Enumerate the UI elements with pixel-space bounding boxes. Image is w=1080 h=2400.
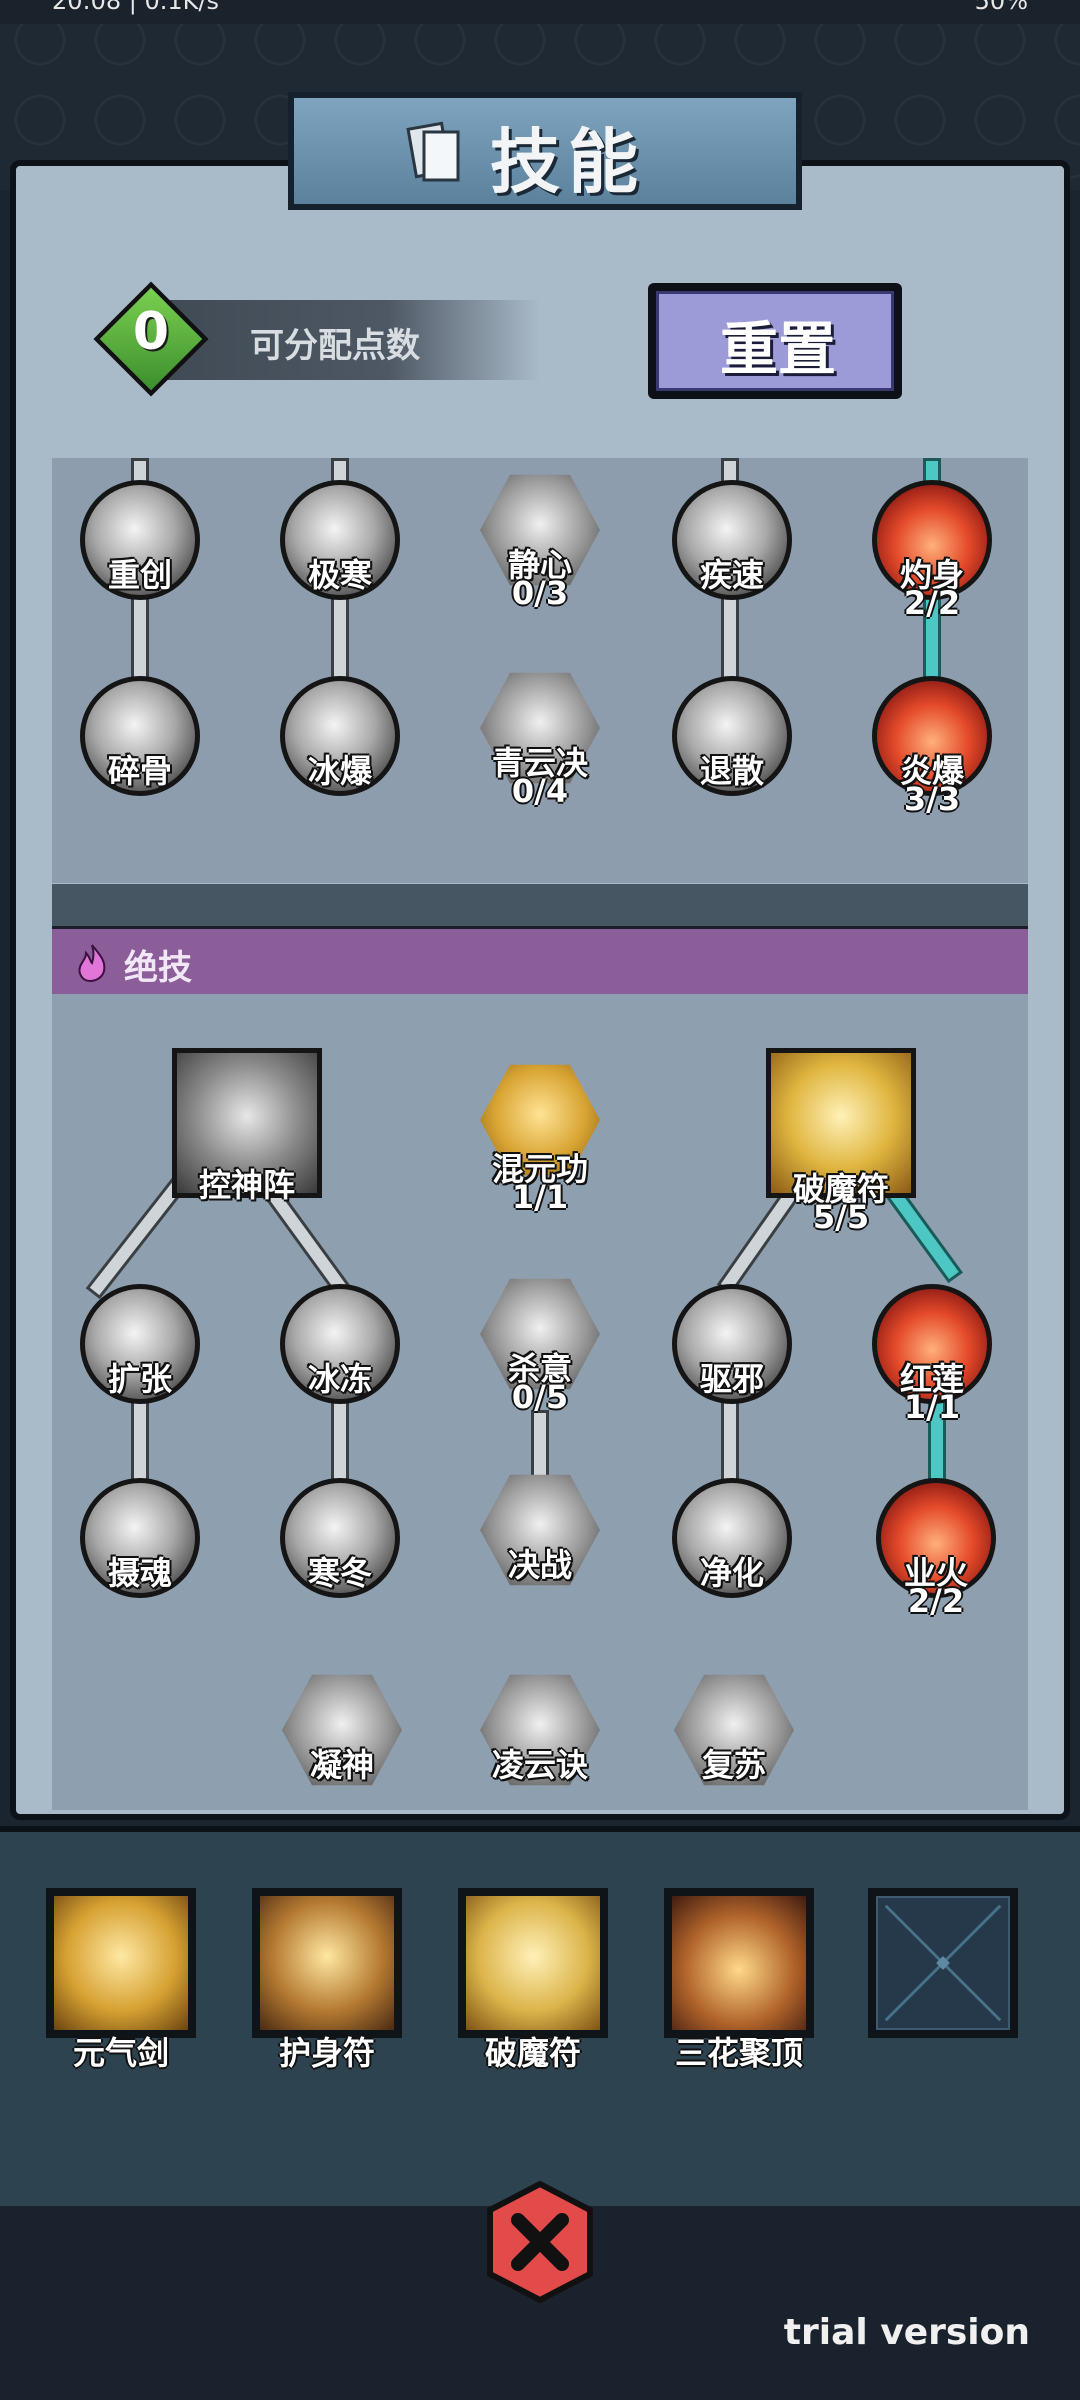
skill-name: 凝神 — [309, 1746, 374, 1784]
skill-level: 1/1 — [903, 1388, 961, 1426]
reset-button-label: 重置 — [719, 315, 836, 383]
skill-node-tuisan[interactable]: 退散 — [672, 676, 792, 796]
trial-watermark: trial version — [783, 2312, 1030, 2353]
equipped-slot-3[interactable]: 破魔符 — [458, 1888, 608, 2072]
equipped-slot-empty[interactable] — [868, 1888, 1018, 2038]
equipped-slot-2[interactable]: 护身符 — [252, 1888, 402, 2072]
skill-node-shehun[interactable]: 摄魂 — [80, 1478, 200, 1598]
section-divider — [52, 884, 1028, 926]
skill-node-yehuo[interactable]: 业火 2/2 — [876, 1478, 996, 1620]
equipped-slot-4[interactable]: 三花聚顶 — [664, 1888, 814, 2072]
skill-node-kuozhang[interactable]: 扩张 — [80, 1284, 200, 1404]
sword-icon — [54, 1896, 188, 2030]
battery-level: 50% — [974, 0, 1028, 15]
skill-node-fusu[interactable]: 复苏 — [674, 1670, 794, 1790]
skill-level: 2/2 — [903, 584, 961, 622]
skill-name: 疾速 — [699, 556, 764, 594]
cross-pattern-icon — [884, 1904, 1002, 2022]
equipped-skill-name: 破魔符 — [484, 2034, 581, 2072]
skill-name: 凌云诀 — [491, 1746, 588, 1784]
points-value: 0 — [132, 302, 170, 362]
skill-node-lingyunjue[interactable]: 凌云诀 — [480, 1670, 600, 1790]
skill-name: 退散 — [699, 752, 764, 790]
reset-button[interactable]: 重置 — [648, 283, 902, 399]
lotus-icon — [672, 1896, 806, 2030]
skill-level: 0/3 — [511, 574, 569, 612]
skill-node-qingyunjue[interactable]: 青云决 0/4 — [480, 668, 600, 810]
ultimate-title: 绝技 — [124, 948, 192, 988]
skill-level: 5/5 — [812, 1198, 870, 1236]
ultimate-section-header: 绝技 — [52, 926, 1028, 998]
equipped-slot-1[interactable]: 元气剑 — [46, 1888, 196, 2072]
skill-level: 3/3 — [903, 780, 961, 818]
skill-node-yanbao[interactable]: 炎爆 3/3 — [872, 676, 992, 818]
skill-name: 驱邪 — [699, 1360, 764, 1398]
skill-node-jingxin[interactable]: 静心 0/3 — [480, 470, 600, 612]
skill-node-kongshenzhen[interactable]: 控神阵 — [172, 1048, 322, 1204]
skill-level: 0/5 — [511, 1378, 569, 1416]
skill-node-quxie[interactable]: 驱邪 — [672, 1284, 792, 1404]
points-label: 可分配点数 — [250, 326, 420, 366]
skill-name: 极寒 — [307, 556, 372, 594]
skill-name: 决战 — [507, 1546, 572, 1584]
status-time: 20:08 | 0.1K/s — [52, 0, 220, 15]
skill-node-honglian[interactable]: 红莲 1/1 — [872, 1284, 992, 1426]
skill-node-bingbao[interactable]: 冰爆 — [280, 676, 400, 796]
skill-node-pomofu[interactable]: 破魔符 5/5 — [766, 1048, 916, 1236]
page-title: 技能 — [490, 121, 646, 203]
equipped-skill-name: 三花聚顶 — [674, 2034, 803, 2072]
skill-node-bingdong[interactable]: 冰冻 — [280, 1284, 400, 1404]
skill-name: 寒冬 — [307, 1554, 372, 1592]
skill-node-zhuoshen[interactable]: 灼身 2/2 — [872, 480, 992, 622]
skill-level: 2/2 — [907, 1582, 965, 1620]
status-bar: 20:08 | 0.1K/s 50% — [0, 0, 1080, 24]
skill-name: 重创 — [107, 556, 172, 594]
skill-node-handong[interactable]: 寒冬 — [280, 1478, 400, 1598]
skill-name: 扩张 — [107, 1360, 172, 1398]
points-badge: 0 — [93, 281, 209, 397]
skill-level: 1/1 — [511, 1178, 569, 1216]
skill-name: 冰爆 — [307, 752, 372, 790]
skill-name: 摄魂 — [107, 1554, 172, 1592]
skill-node-hunyuangong[interactable]: 混元功 1/1 — [480, 1060, 600, 1216]
equipped-skill-name: 元气剑 — [72, 2034, 169, 2072]
reset-button-face: 重置 — [656, 291, 894, 391]
close-button[interactable] — [478, 2180, 602, 2304]
skill-name: 净化 — [699, 1554, 764, 1592]
skill-node-juezhan[interactable]: 决战 — [480, 1470, 600, 1590]
skill-book-icon — [406, 121, 460, 182]
skill-node-jinghua[interactable]: 净化 — [672, 1478, 792, 1598]
skill-name: 冰冻 — [307, 1360, 372, 1398]
skill-node-suigu[interactable]: 碎骨 — [80, 676, 200, 796]
skill-node-shayi[interactable]: 杀意 0/5 — [480, 1274, 600, 1416]
seal-icon — [466, 1896, 600, 2030]
skill-name: 控神阵 — [198, 1166, 295, 1204]
skill-name: 碎骨 — [107, 752, 172, 790]
skill-level: 0/4 — [511, 772, 569, 810]
skill-node-ningshen[interactable]: 凝神 — [282, 1670, 402, 1790]
empty-slot-icon — [876, 1896, 1010, 2030]
skill-name: 复苏 — [701, 1746, 766, 1784]
skill-node-jisu[interactable]: 疾速 — [672, 480, 792, 600]
skill-node-jihan[interactable]: 极寒 — [280, 480, 400, 600]
equipped-skill-name: 护身符 — [278, 2034, 375, 2072]
purple-flame-icon — [78, 944, 106, 983]
skill-node-zhongchuang[interactable]: 重创 — [80, 480, 200, 600]
title-plaque: 技能 — [288, 92, 802, 210]
talisman-icon — [260, 1896, 394, 2030]
